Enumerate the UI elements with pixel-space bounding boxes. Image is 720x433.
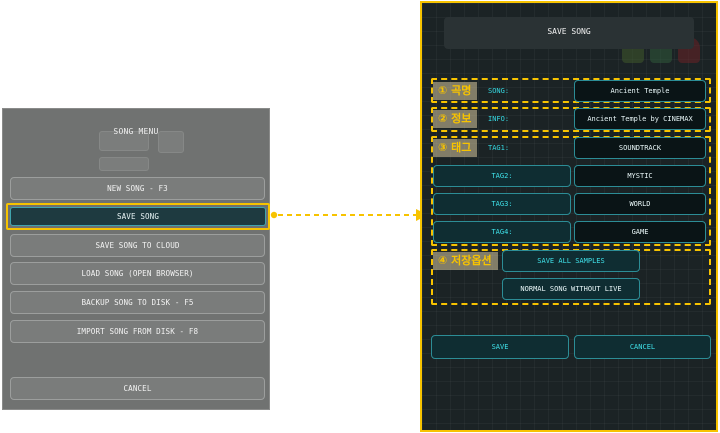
save-button[interactable]: SAVE bbox=[431, 335, 569, 359]
song-name-input[interactable]: Ancient Temple bbox=[574, 80, 706, 102]
info-input[interactable]: Ancient Temple by CINEMAX bbox=[574, 108, 706, 130]
tag4-field-label: TAG4: bbox=[433, 221, 571, 243]
tag4-input[interactable]: GAME bbox=[574, 221, 706, 243]
tag3-field-label: TAG3: bbox=[433, 193, 571, 215]
background-ghost-block bbox=[99, 157, 149, 171]
tag3-input[interactable]: WORLD bbox=[574, 193, 706, 215]
import-song-button[interactable]: IMPORT SONG FROM DISK - F8 bbox=[10, 320, 265, 343]
save-song-to-cloud-button[interactable]: SAVE SONG TO CLOUD bbox=[10, 234, 265, 257]
load-song-button[interactable]: LOAD SONG (OPEN BROWSER) bbox=[10, 262, 265, 285]
save-song-title: SAVE SONG bbox=[547, 27, 591, 36]
save-song-button[interactable]: SAVE SONG bbox=[6, 203, 270, 230]
dashed-arrow-connector bbox=[270, 209, 428, 221]
tag1-input[interactable]: SOUNDTRACK bbox=[574, 137, 706, 159]
backup-song-button[interactable]: BACKUP SONG TO DISK - F5 bbox=[10, 291, 265, 314]
info-annotation: ② 정보 bbox=[433, 110, 478, 128]
tag2-input[interactable]: MYSTIC bbox=[574, 165, 706, 187]
normal-song-without-live-toggle[interactable]: NORMAL SONG WITHOUT LIVE bbox=[502, 278, 640, 300]
save-options-annotation: ④ 저장옵션 bbox=[433, 252, 498, 270]
tag2-field-label: TAG2: bbox=[433, 165, 571, 187]
info-field-label: INFO: bbox=[488, 115, 510, 123]
connector-dot bbox=[270, 211, 278, 219]
song-name-annotation: ① 곡명 bbox=[433, 82, 478, 100]
song-menu-title: SONG MENU bbox=[113, 127, 159, 136]
save-song-label: SAVE SONG bbox=[10, 207, 266, 226]
tag1-field-label: TAG1: bbox=[488, 144, 510, 152]
cancel-button[interactable]: CANCEL bbox=[574, 335, 711, 359]
song-menu-panel: SONG MENU NEW SONG - F3 SAVE SONG SAVE S… bbox=[2, 108, 270, 410]
song-field-label: SONG: bbox=[488, 87, 510, 95]
new-song-button[interactable]: NEW SONG - F3 bbox=[10, 177, 265, 200]
save-all-samples-toggle[interactable]: SAVE ALL SAMPLES bbox=[502, 250, 640, 272]
tags-annotation: ③ 태그 bbox=[433, 139, 478, 157]
menu-cancel-button[interactable]: CANCEL bbox=[10, 377, 265, 400]
save-song-dialog: SAVE SONG ① 곡명 SONG: Ancient Temple ② 정보… bbox=[420, 1, 718, 432]
